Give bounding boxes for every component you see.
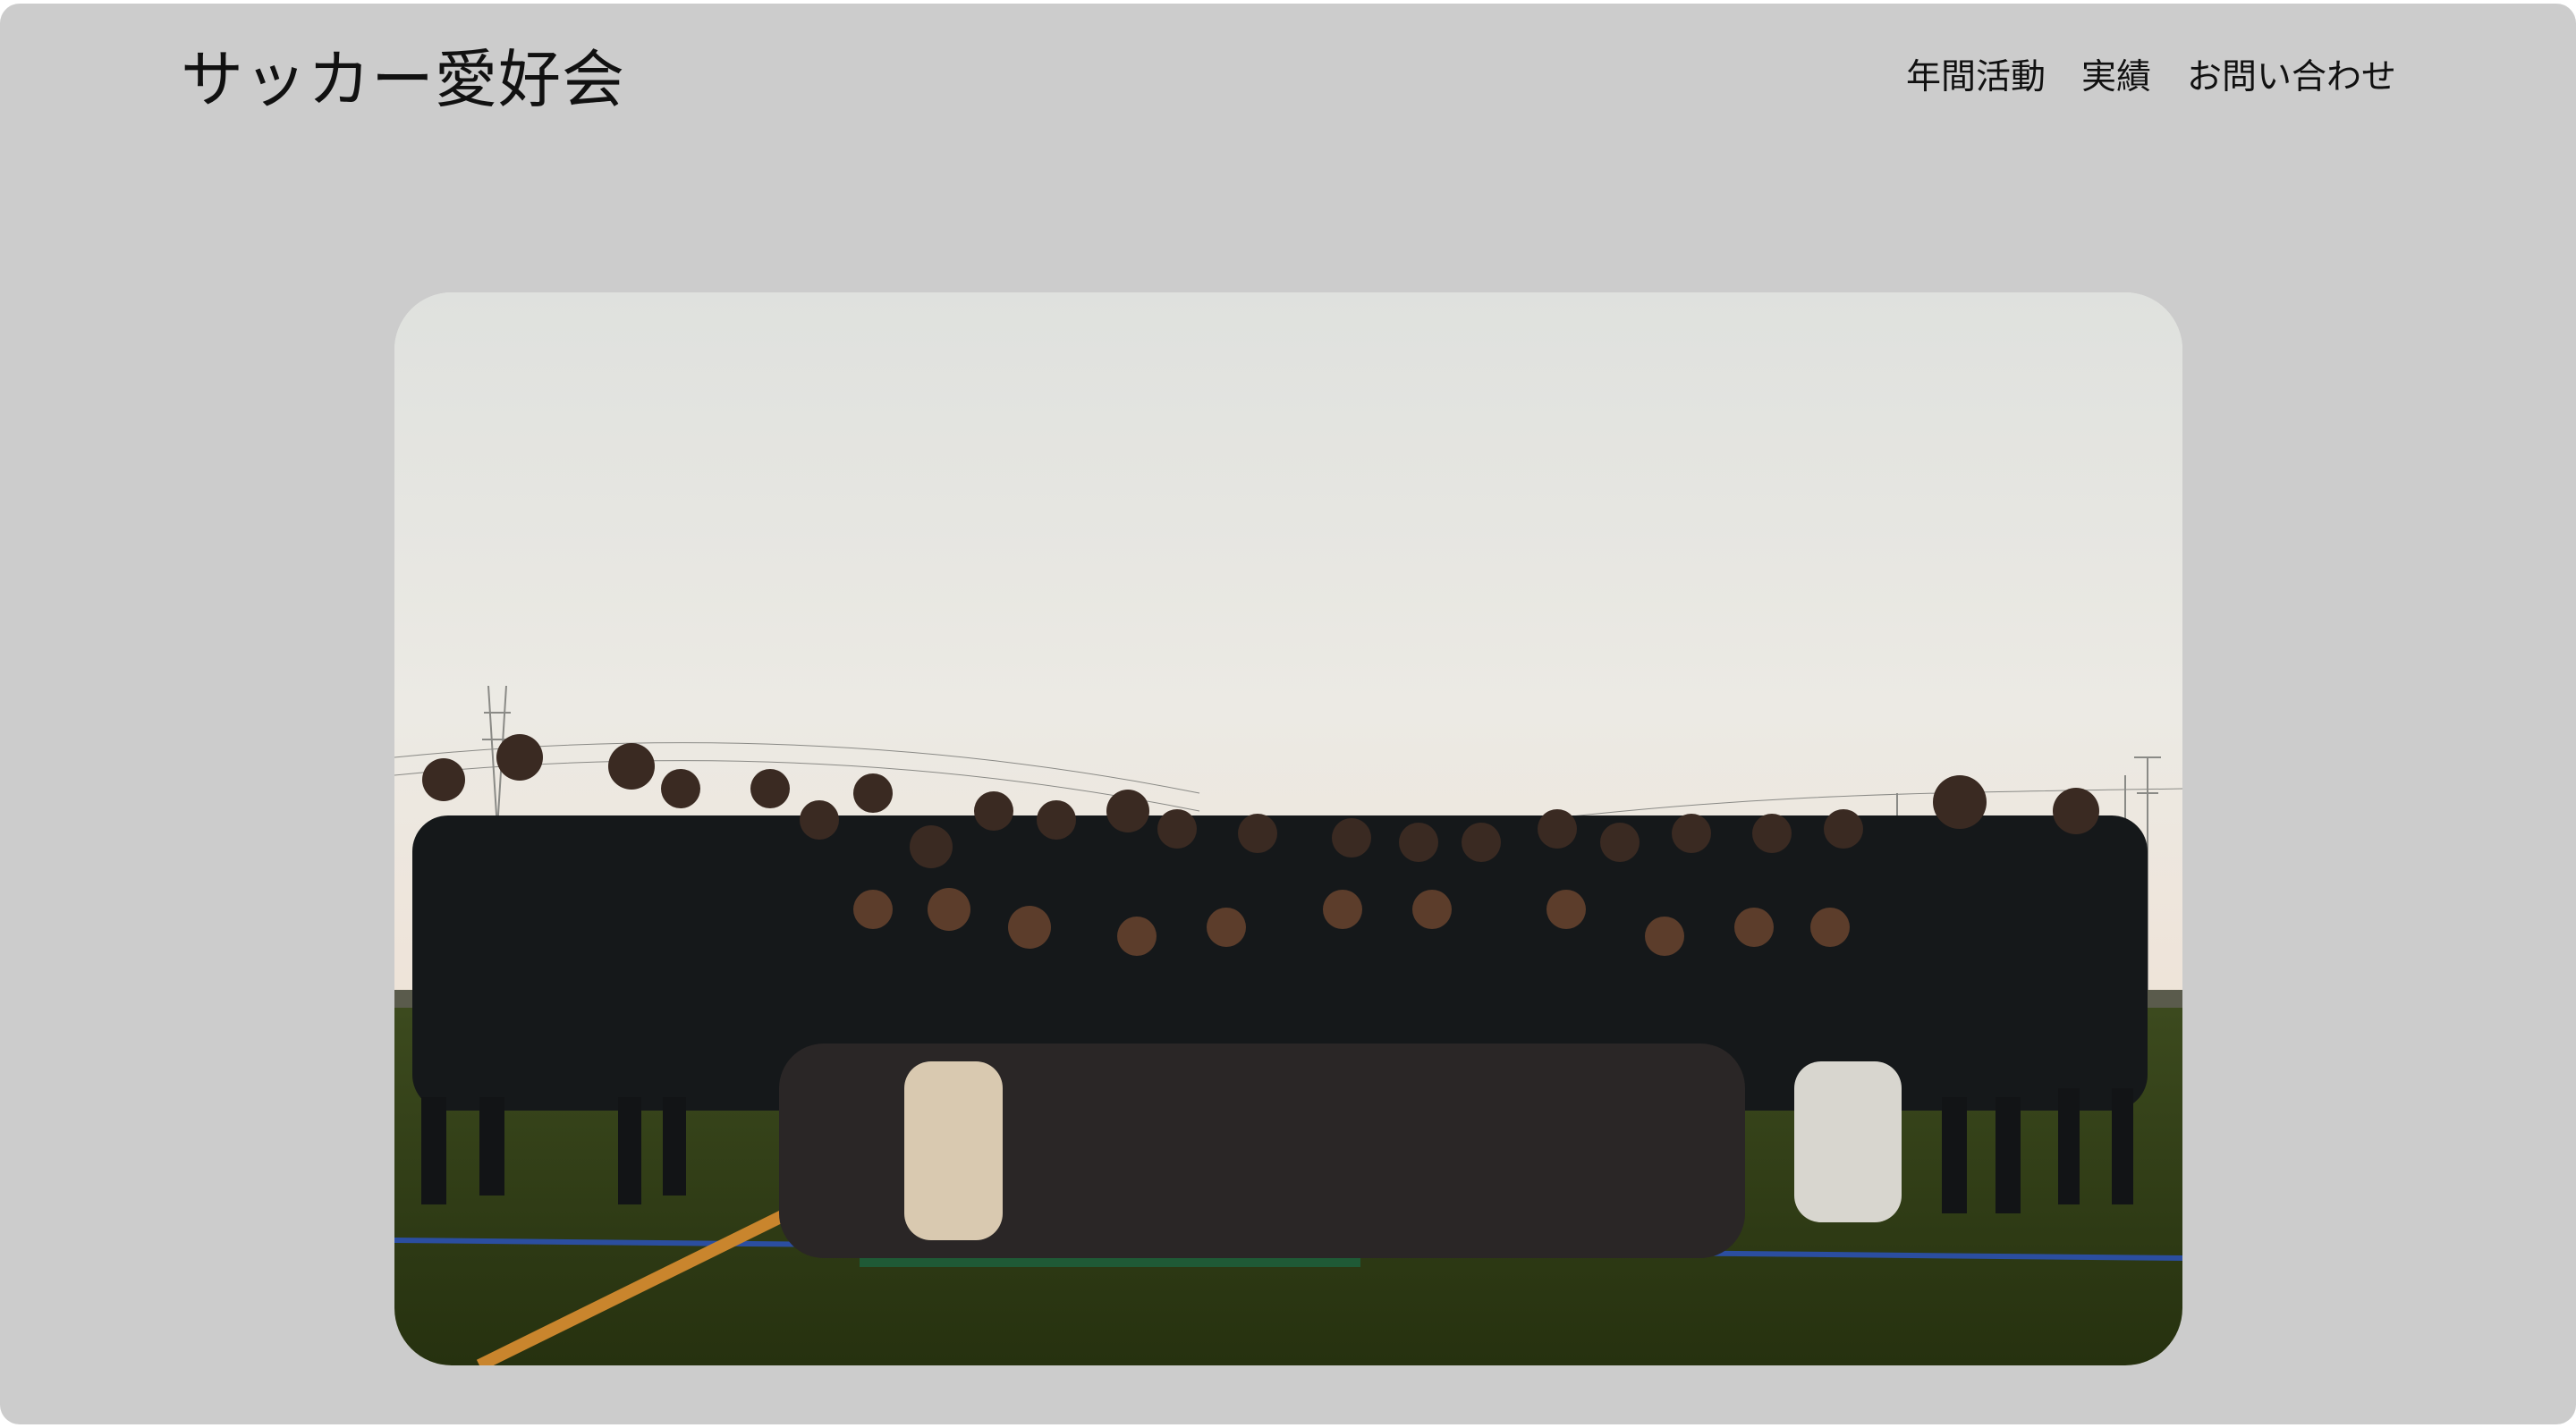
nav-contact[interactable]: お問い合わせ — [2187, 53, 2396, 103]
main-nav: 年間活動 実績 お問い合わせ — [1906, 53, 2396, 103]
hero-team-photo — [394, 292, 2182, 1365]
team-photo-illustration — [394, 292, 2182, 1365]
site-title[interactable]: サッカー愛好会 — [181, 39, 625, 120]
nav-annual-activities[interactable]: 年間活動 — [1906, 53, 2046, 103]
nav-achievements[interactable]: 実績 — [2081, 53, 2151, 103]
page: サッカー愛好会 年間活動 実績 お問い合わせ — [0, 4, 2576, 1424]
